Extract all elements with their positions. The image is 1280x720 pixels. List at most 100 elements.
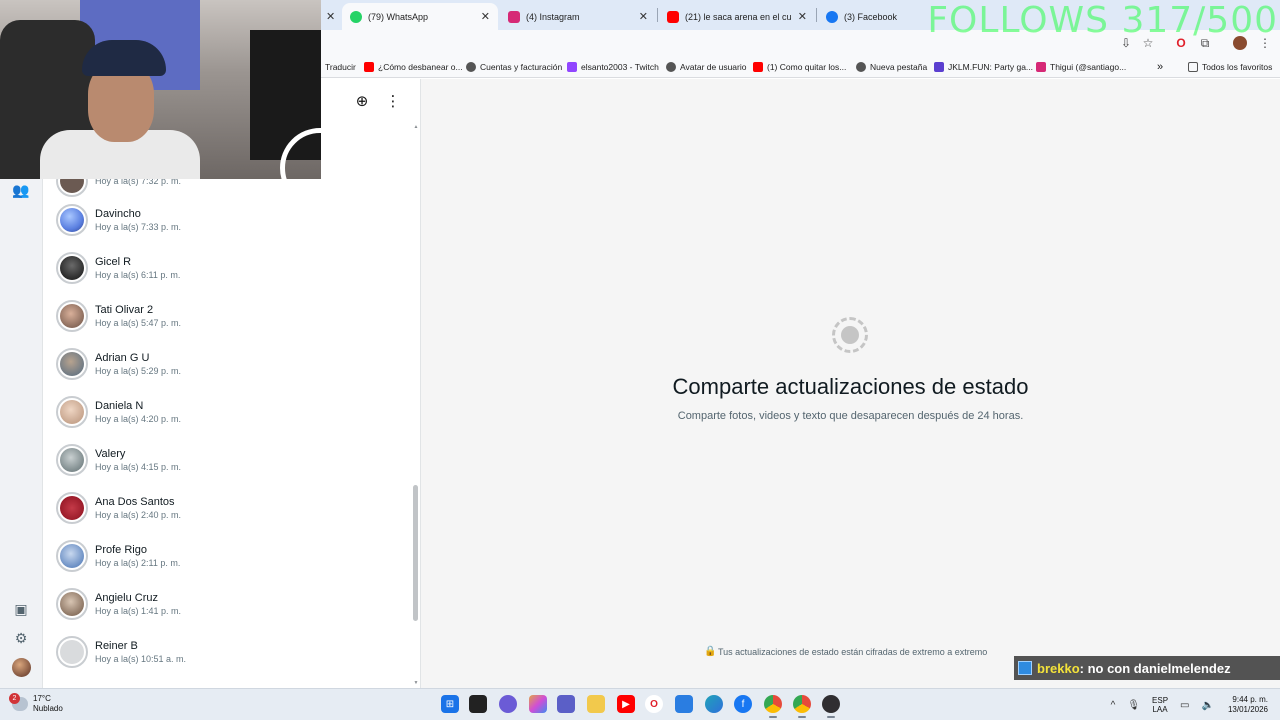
- bookmark-item[interactable]: Traducir: [325, 60, 356, 74]
- page-title: Comparte actualizaciones de estado: [672, 374, 1029, 399]
- clock[interactable]: 9:44 p. m. 13/01/2026: [1228, 695, 1268, 715]
- bookmark-label: JKLM.FUN: Party ga...: [948, 62, 1034, 72]
- tab-title: (21) le saca arena en el culo a u: [685, 11, 792, 22]
- cloud-icon: 2: [9, 693, 28, 711]
- copilot-icon[interactable]: [529, 695, 547, 713]
- avatar: [56, 636, 88, 668]
- encryption-note: 🔒 Tus actualizaciones de estado están ci…: [704, 646, 987, 658]
- tab-youtube[interactable]: (21) le saca arena en el culo a u ✕: [659, 3, 815, 30]
- bookmark-item[interactable]: Nueva pestaña: [856, 60, 927, 74]
- globe-icon: [666, 62, 676, 72]
- status-time: Hoy a la(s) 4:15 p. m.: [95, 461, 182, 472]
- list-item[interactable]: Ana Dos Santos Hoy a la(s) 2:40 p. m.: [56, 484, 386, 532]
- chrome-profile-icon[interactable]: [793, 695, 811, 718]
- status-time: Hoy a la(s) 5:47 p. m.: [95, 317, 182, 328]
- youtube-icon: [364, 62, 374, 72]
- communities-icon[interactable]: 👥: [12, 181, 30, 199]
- whatsapp-nav-rail: 👥 ▣ ⚙: [0, 179, 43, 688]
- list-item[interactable]: Davincho Hoy a la(s) 7:33 p. m.: [56, 196, 386, 244]
- youtube-icon[interactable]: ▶: [617, 695, 635, 713]
- weather-widget[interactable]: 2 17°C Nublado: [9, 693, 63, 714]
- bookmark-item[interactable]: Avatar de usuario: [666, 60, 746, 74]
- chat-username: brekko: [1037, 660, 1080, 676]
- list-item[interactable]: Gicel R Hoy a la(s) 6:11 p. m.: [56, 244, 386, 292]
- system-tray: ^ 🎙 ESP LAA ▭ 🔈 9:44 p. m. 13/01/2026: [1105, 693, 1268, 717]
- facebook-icon[interactable]: f: [734, 695, 752, 713]
- settings-gear-icon[interactable]: ⚙: [12, 629, 30, 647]
- bookmark-item[interactable]: (1) Como quitar los...: [753, 60, 846, 74]
- windows-start-icon[interactable]: ⊞: [441, 695, 459, 713]
- bookmark-label: Nueva pestaña: [870, 62, 928, 72]
- contact-name: Gicel R: [95, 255, 132, 268]
- folder-icon: [1188, 62, 1198, 72]
- instagram-icon: [508, 10, 520, 23]
- close-icon[interactable]: ✕: [326, 10, 335, 23]
- tab-instagram[interactable]: (4) Instagram ✕: [500, 3, 656, 30]
- opera-icon[interactable]: O: [645, 695, 663, 713]
- bookmark-label: Traducir: [325, 62, 356, 72]
- close-tab-icon[interactable]: ✕: [481, 10, 490, 23]
- tab-facebook[interactable]: (3) Facebook: [818, 3, 934, 30]
- chrome-icon[interactable]: [764, 695, 782, 718]
- chat-icon[interactable]: [499, 695, 517, 713]
- list-item[interactable]: Angielu Cruz Hoy a la(s) 1:41 p. m.: [56, 580, 386, 628]
- status-time: Hoy a la(s) 10:51 a. m.: [95, 653, 187, 664]
- list-item[interactable]: Reiner B Hoy a la(s) 10:51 a. m.: [56, 628, 386, 676]
- clock-date: 13/01/2026: [1227, 705, 1268, 714]
- file-explorer-icon[interactable]: [587, 695, 605, 713]
- globe-icon: [466, 62, 476, 72]
- task-view-icon[interactable]: [469, 695, 487, 713]
- language-indicator[interactable]: ESP LAA: [1152, 696, 1168, 714]
- media-gallery-icon[interactable]: ▣: [12, 600, 30, 618]
- bookmark-item[interactable]: Cuentas y facturación: [466, 60, 562, 74]
- twitch-icon: [567, 62, 577, 72]
- bookmark-label: Avatar de usuario: [680, 62, 747, 72]
- microphone-icon[interactable]: 🎙: [1127, 700, 1140, 711]
- bookmarks-overflow-icon[interactable]: »: [1157, 60, 1163, 74]
- scroll-down-icon[interactable]: ▼: [413, 680, 419, 686]
- list-item[interactable]: Daniela N Hoy a la(s) 4:20 p. m.: [56, 388, 386, 436]
- close-tab-icon[interactable]: ✕: [639, 10, 648, 23]
- avatar: [56, 300, 88, 332]
- contact-name: Valery: [95, 447, 126, 460]
- bookmark-item[interactable]: ¿Cómo desbanear o...: [364, 60, 463, 74]
- avatar: [56, 204, 88, 236]
- scroll-up-icon[interactable]: ▲: [413, 124, 419, 130]
- contact-name: Ana Dos Santos: [95, 495, 175, 508]
- status-list-scrollbar[interactable]: [413, 485, 418, 621]
- store-icon[interactable]: [675, 695, 693, 713]
- chevron-up-icon[interactable]: ^: [1111, 700, 1116, 711]
- lock-icon: 🔒: [704, 646, 717, 657]
- network-icon[interactable]: ▭: [1180, 700, 1189, 711]
- contact-name: Adrian G U: [95, 351, 150, 364]
- jklm-icon: [934, 62, 944, 72]
- webcam-overlay: [0, 0, 321, 179]
- bookmark-label: elsanto2003 - Twitch: [581, 62, 659, 72]
- tab-whatsapp[interactable]: (79) WhatsApp ✕: [342, 3, 498, 30]
- edge-icon[interactable]: [705, 695, 723, 713]
- windows-taskbar: 2 17°C Nublado ⊞ ▶ O f ^ 🎙 ESP LAA ▭ 🔈 9:…: [0, 688, 1280, 720]
- status-time: Hoy a la(s) 2:40 p. m.: [95, 509, 182, 520]
- add-status-icon[interactable]: ⊕: [353, 93, 371, 111]
- avatar: [56, 252, 88, 284]
- bookmark-item[interactable]: JKLM.FUN: Party ga...: [934, 60, 1033, 74]
- volume-icon[interactable]: 🔈: [1202, 700, 1214, 711]
- contact-name: Daniela N: [95, 399, 144, 412]
- close-tab-icon[interactable]: ✕: [798, 10, 807, 23]
- obs-icon[interactable]: [822, 695, 840, 718]
- notification-badge: 2: [9, 693, 20, 704]
- tab-title: (3) Facebook: [844, 11, 898, 22]
- bookmark-item[interactable]: elsanto2003 - Twitch: [567, 60, 659, 74]
- list-item[interactable]: Adrian G U Hoy a la(s) 5:29 p. m.: [56, 340, 386, 388]
- layout-code: LAA: [1152, 705, 1168, 714]
- menu-kebab-icon[interactable]: ⋮: [384, 93, 402, 111]
- bookmark-item[interactable]: Thigui (@santiago...: [1036, 60, 1126, 74]
- profile-avatar[interactable]: [12, 658, 31, 677]
- list-item[interactable]: Valery Hoy a la(s) 4:15 p. m.: [56, 436, 386, 484]
- teams-icon[interactable]: [557, 695, 575, 713]
- status-time: Hoy a la(s) 2:11 p. m.: [95, 557, 181, 568]
- list-item[interactable]: Profe Rigo Hoy a la(s) 2:11 p. m.: [56, 532, 386, 580]
- all-bookmarks-folder[interactable]: Todos los favoritos: [1188, 60, 1272, 74]
- list-item[interactable]: Tati Olivar 2 Hoy a la(s) 5:47 p. m.: [56, 292, 386, 340]
- contact-name: Davincho: [95, 207, 141, 220]
